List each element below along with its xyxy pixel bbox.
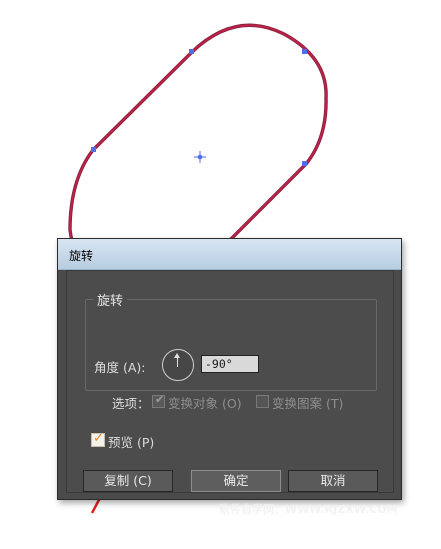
anchor-point[interactable] [91, 147, 96, 152]
options-label: 选项： [112, 396, 150, 411]
copy-button[interactable]: 复制 (C) [83, 470, 173, 492]
dial-arrow-icon [174, 353, 180, 367]
dialog-body: 旋转 角度 (A): -90° 选项： ✔ 变换对象 (O) 变换图案 (T) … [66, 270, 398, 516]
preview-label: 预览 (P) [108, 435, 155, 450]
check-icon: ✓ [93, 431, 104, 446]
angle-dial[interactable] [162, 349, 194, 381]
check-icon: ✔ [155, 393, 165, 406]
transform-patterns-checkbox[interactable] [256, 395, 269, 408]
rotate-group-title: 旋转 [93, 290, 128, 309]
angle-label: 角度 (A): [94, 360, 146, 375]
ok-button[interactable]: 确定 [191, 470, 281, 492]
dialog-titlebar[interactable]: 旋转 [58, 239, 401, 270]
anchor-point[interactable] [302, 161, 307, 166]
watermark-text: 软件自学网：WWW.RJZXW.COM [219, 503, 398, 516]
anchor-point[interactable] [189, 49, 194, 54]
transform-objects-label: 变换对象 (O) [168, 396, 242, 411]
cancel-button[interactable]: 取消 [288, 470, 378, 492]
preview-checkbox[interactable]: ✓ [91, 431, 105, 447]
rotate-dialog: 旋转 旋转 角度 (A): -90° 选项： ✔ 变换对象 (O) 变换图案 (… [57, 238, 402, 516]
angle-input[interactable]: -90° [201, 355, 259, 373]
rotation-center-icon[interactable] [194, 151, 206, 163]
dialog-title: 旋转 [69, 249, 94, 263]
rotate-groupbox [85, 299, 377, 391]
transform-patterns-label: 变换图案 (T) [272, 396, 344, 411]
transform-objects-checkbox[interactable]: ✔ [152, 393, 165, 408]
anchor-point[interactable] [302, 49, 307, 54]
